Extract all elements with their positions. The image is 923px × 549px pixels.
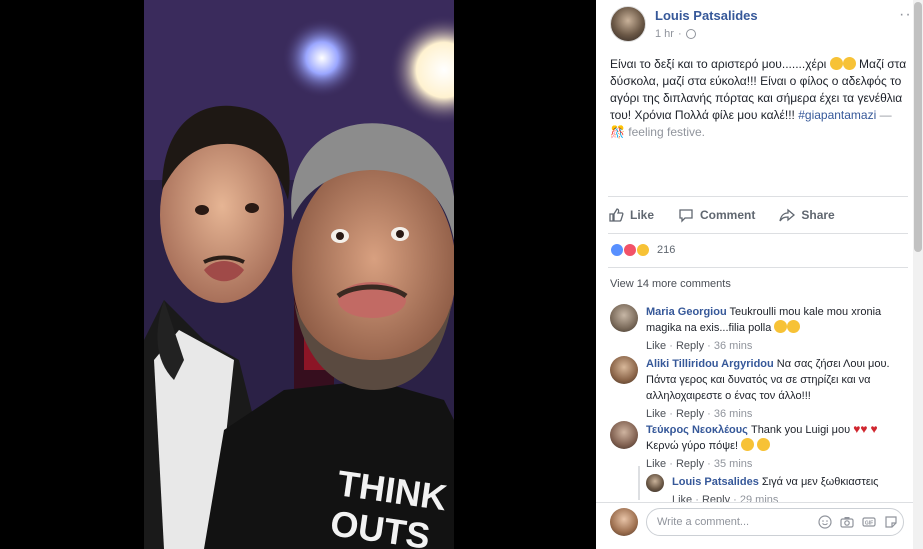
globe-icon[interactable] xyxy=(685,29,696,39)
camera-icon[interactable] xyxy=(840,515,854,529)
emoji-icon[interactable] xyxy=(818,515,832,529)
heart-icon: ♥ xyxy=(870,422,878,436)
dash: — xyxy=(876,108,892,122)
comment-body: Maria Georgiou Teukroulli mou kale mou x… xyxy=(646,304,906,354)
like-reaction-icon xyxy=(610,243,624,257)
commenter-name[interactable]: Τεύκρος Νεοκλέους xyxy=(646,424,748,436)
comment-reply-link[interactable]: Reply xyxy=(676,340,704,352)
smile-emoji-icon xyxy=(741,438,755,451)
comment-actions: Like · Reply · 36 mins xyxy=(646,408,753,420)
commenter-name[interactable]: Aliki Tilliridou Argyridou xyxy=(646,358,774,370)
comment-actions: Like · Reply · 36 mins xyxy=(646,340,753,352)
comment-icon xyxy=(679,209,693,223)
post-meta: 1 hr · xyxy=(655,28,696,40)
hashtag-link[interactable]: #giapantamazi xyxy=(798,108,876,122)
wow-reaction-icon xyxy=(636,243,650,257)
kiss-emoji-icon xyxy=(787,320,801,333)
comment-actions: Like · Reply · 35 mins xyxy=(646,458,753,470)
comment-label: Comment xyxy=(700,208,756,222)
comment-body: Aliki Tilliridou Argyridou Να σας ζήσει … xyxy=(646,356,906,422)
comment-time[interactable]: 36 mins xyxy=(714,340,753,352)
commenter-avatar[interactable] xyxy=(610,421,638,449)
view-more-comments-link[interactable]: View 14 more comments xyxy=(610,278,731,290)
comment-like-link[interactable]: Like xyxy=(646,408,666,420)
reply-actions: Like · Reply · 29 mins xyxy=(672,492,896,502)
comment-text: Thank you Luigi μου xyxy=(750,424,851,436)
reaction-count: 216 xyxy=(657,244,676,256)
kiss-emoji-icon xyxy=(774,320,788,333)
comment-body: Τεύκρος Νεοκλέους Thank you Luigi μου ♥♥… xyxy=(646,421,906,472)
reply-body: Louis Patsalides Σιγά να μεν ξωθκιαστεις… xyxy=(672,474,896,502)
author-avatar[interactable] xyxy=(610,6,646,42)
replier-avatar[interactable] xyxy=(646,474,664,492)
comment-text-2: Κερνώ γύρο πόψε! xyxy=(646,440,742,452)
reactions-summary[interactable]: 216 xyxy=(610,243,675,257)
post-time[interactable]: 1 hr xyxy=(655,28,674,40)
share-label: Share xyxy=(801,208,835,222)
tongue-emoji-icon xyxy=(829,57,843,70)
commenter-name[interactable]: Maria Georgiou xyxy=(646,306,727,318)
tongue-emoji-icon xyxy=(842,57,856,70)
post-text-main: Είναι το δεξί και το αριστερό μου.......… xyxy=(610,57,830,71)
scrollbar-track[interactable] xyxy=(913,0,923,549)
divider xyxy=(608,233,908,234)
post-actions: Like Comment Share xyxy=(608,204,908,226)
reply-text: Σιγά να μεν ξωθκιαστεις xyxy=(761,476,879,488)
reply-thread-line xyxy=(638,466,640,500)
post-header: Louis Patsalides 1 hr · ··· xyxy=(610,6,917,42)
reply-item: Louis Patsalides Σιγά να μεν ξωθκιαστεις… xyxy=(646,474,896,502)
like-label: Like xyxy=(630,208,655,222)
comment-reply-link[interactable]: Reply xyxy=(676,408,704,420)
thumbs-up-icon xyxy=(609,208,624,222)
laugh-emoji-icon xyxy=(757,438,771,451)
author-name[interactable]: Louis Patsalides xyxy=(655,8,758,23)
write-comment-box: Write a comment... GIF xyxy=(610,508,906,538)
svg-text:GIF: GIF xyxy=(865,521,873,527)
comment-time[interactable]: 36 mins xyxy=(714,408,753,420)
post-side-panel: Louis Patsalides 1 hr · ··· Είναι το δεξ… xyxy=(596,0,923,549)
reply-like-link[interactable]: Like xyxy=(672,494,692,502)
share-icon xyxy=(779,208,796,222)
commenter-avatar[interactable] xyxy=(610,304,638,332)
current-user-avatar[interactable] xyxy=(610,508,638,536)
comment-input-icons: GIF xyxy=(818,515,898,529)
comment-reply-link[interactable]: Reply xyxy=(676,458,704,470)
heart-icon: ♥ xyxy=(860,422,868,436)
divider xyxy=(608,196,908,197)
photo-illustration: THINK OUTS xyxy=(144,0,454,549)
feeling-text: feeling festive. xyxy=(624,125,705,139)
comment-time[interactable]: 35 mins xyxy=(714,458,753,470)
post-text: Είναι το δεξί και το αριστερό μου.......… xyxy=(610,56,908,141)
replier-name[interactable]: Louis Patsalides xyxy=(672,476,759,488)
sticker-icon[interactable] xyxy=(884,515,898,529)
photo-viewer: THINK OUTS xyxy=(0,0,596,549)
commenter-avatar[interactable] xyxy=(610,356,638,384)
comment-like-link[interactable]: Like xyxy=(646,458,666,470)
scrollbar-thumb[interactable] xyxy=(914,2,922,252)
comment-like-link[interactable]: Like xyxy=(646,340,666,352)
confetti-icon: 🎊 xyxy=(610,125,625,139)
divider xyxy=(596,502,913,503)
gif-icon[interactable]: GIF xyxy=(862,515,876,529)
love-reaction-icon xyxy=(623,243,637,257)
comment-button[interactable]: Comment xyxy=(678,204,755,226)
like-button[interactable]: Like xyxy=(608,204,654,226)
reply-time[interactable]: 29 mins xyxy=(740,494,779,502)
reply-reply-link[interactable]: Reply xyxy=(702,494,730,502)
divider xyxy=(608,267,908,268)
stage-light-icon xyxy=(282,18,362,98)
post-photo[interactable]: THINK OUTS xyxy=(144,0,454,549)
share-button[interactable]: Share xyxy=(779,204,835,226)
